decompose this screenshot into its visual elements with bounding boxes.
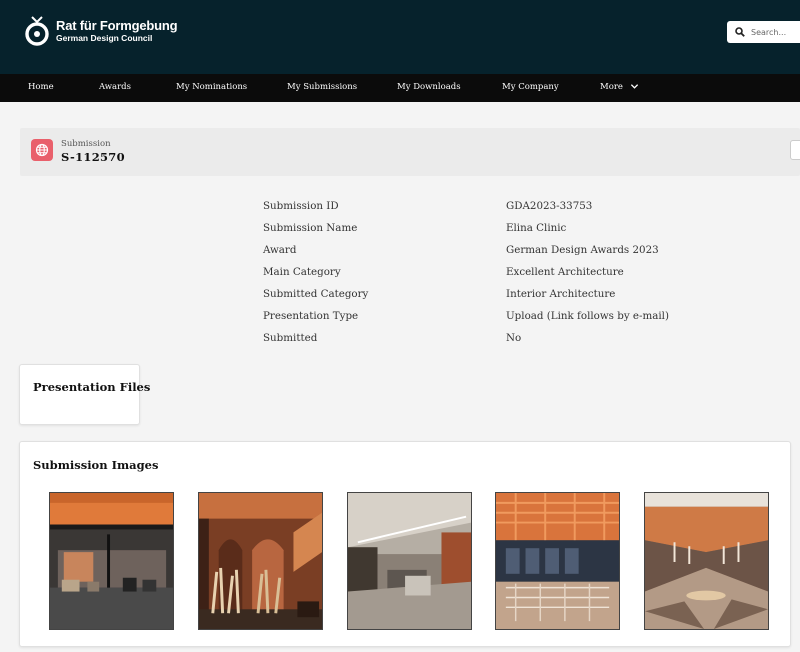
brand-name: Rat für Formgebung (56, 18, 178, 33)
detail-label: Submission Name (263, 222, 358, 234)
submission-image-thumbnail[interactable] (644, 492, 769, 630)
detail-value: German Design Awards 2023 (506, 244, 659, 256)
submission-image-thumbnail[interactable] (347, 492, 472, 630)
detail-row: Submission Name Elina Clinic (263, 222, 743, 244)
nav-my-company[interactable]: My Company (502, 74, 559, 102)
nav-awards-label: Awards (99, 82, 131, 92)
nav-my-nominations-label: My Nominations (176, 82, 248, 92)
council-logo-icon (24, 14, 50, 48)
chevron-down-icon (630, 84, 638, 89)
main-nav: Home Awards My Nominations My Submission… (0, 74, 800, 102)
detail-value: No (506, 332, 522, 344)
nav-more[interactable]: More (600, 74, 639, 102)
record-type-label: Submission (61, 139, 111, 149)
globe-icon (31, 139, 53, 161)
nav-home[interactable]: Home (28, 74, 54, 102)
detail-label: Main Category (263, 266, 341, 278)
detail-label: Submission ID (263, 200, 339, 212)
detail-row: Submitted Category Interior Architecture (263, 288, 743, 310)
detail-label: Presentation Type (263, 310, 359, 322)
detail-label: Submitted (263, 332, 318, 344)
nav-more-label: More (600, 82, 623, 92)
nav-home-label: Home (28, 82, 54, 92)
nav-awards[interactable]: Awards (99, 74, 131, 102)
record-id: S-112570 (61, 150, 125, 164)
detail-row: Award German Design Awards 2023 (263, 244, 743, 266)
search-icon (735, 27, 745, 37)
detail-row: Main Category Excellent Architecture (263, 266, 743, 288)
detail-value: Excellent Architecture (506, 266, 624, 278)
search-input[interactable] (751, 27, 800, 37)
detail-label: Award (263, 244, 297, 256)
submission-images-title: Submission Images (33, 458, 159, 472)
detail-value: Interior Architecture (506, 288, 616, 300)
submission-image-thumbnail[interactable] (198, 492, 323, 630)
nav-my-company-label: My Company (502, 82, 559, 92)
detail-label: Submitted Category (263, 288, 369, 300)
search-box[interactable] (727, 21, 800, 43)
nav-my-nominations[interactable]: My Nominations (176, 74, 247, 102)
detail-value: Upload (Link follows by e-mail) (506, 310, 669, 322)
top-header: Rat für Formgebung German Design Council (0, 0, 800, 74)
nav-my-downloads-label: My Downloads (397, 82, 461, 92)
submission-image-thumbnail[interactable] (495, 492, 620, 630)
brand-logo[interactable]: Rat für Formgebung German Design Council (24, 14, 178, 48)
detail-value: Elina Clinic (506, 222, 567, 234)
nav-my-submissions[interactable]: My Submissions (287, 74, 357, 102)
nav-my-downloads[interactable]: My Downloads (397, 74, 461, 102)
presentation-files-card: Presentation Files (19, 364, 150, 425)
detail-row: Submission ID GDA2023-33753 (263, 200, 743, 222)
record-header: Submission S-112570 (20, 128, 800, 176)
detail-value: GDA2023-33753 (506, 200, 593, 212)
brand-subtitle: German Design Council (56, 33, 153, 43)
presentation-files-title: Presentation Files (33, 380, 151, 394)
record-action-button[interactable] (790, 140, 800, 160)
submission-image-thumbnail[interactable] (49, 492, 174, 630)
submission-images-card: Submission Images (19, 441, 791, 647)
detail-row: Presentation Type Upload (Link follows b… (263, 310, 743, 332)
nav-my-submissions-label: My Submissions (287, 82, 358, 92)
detail-row: Submitted No (263, 332, 743, 354)
